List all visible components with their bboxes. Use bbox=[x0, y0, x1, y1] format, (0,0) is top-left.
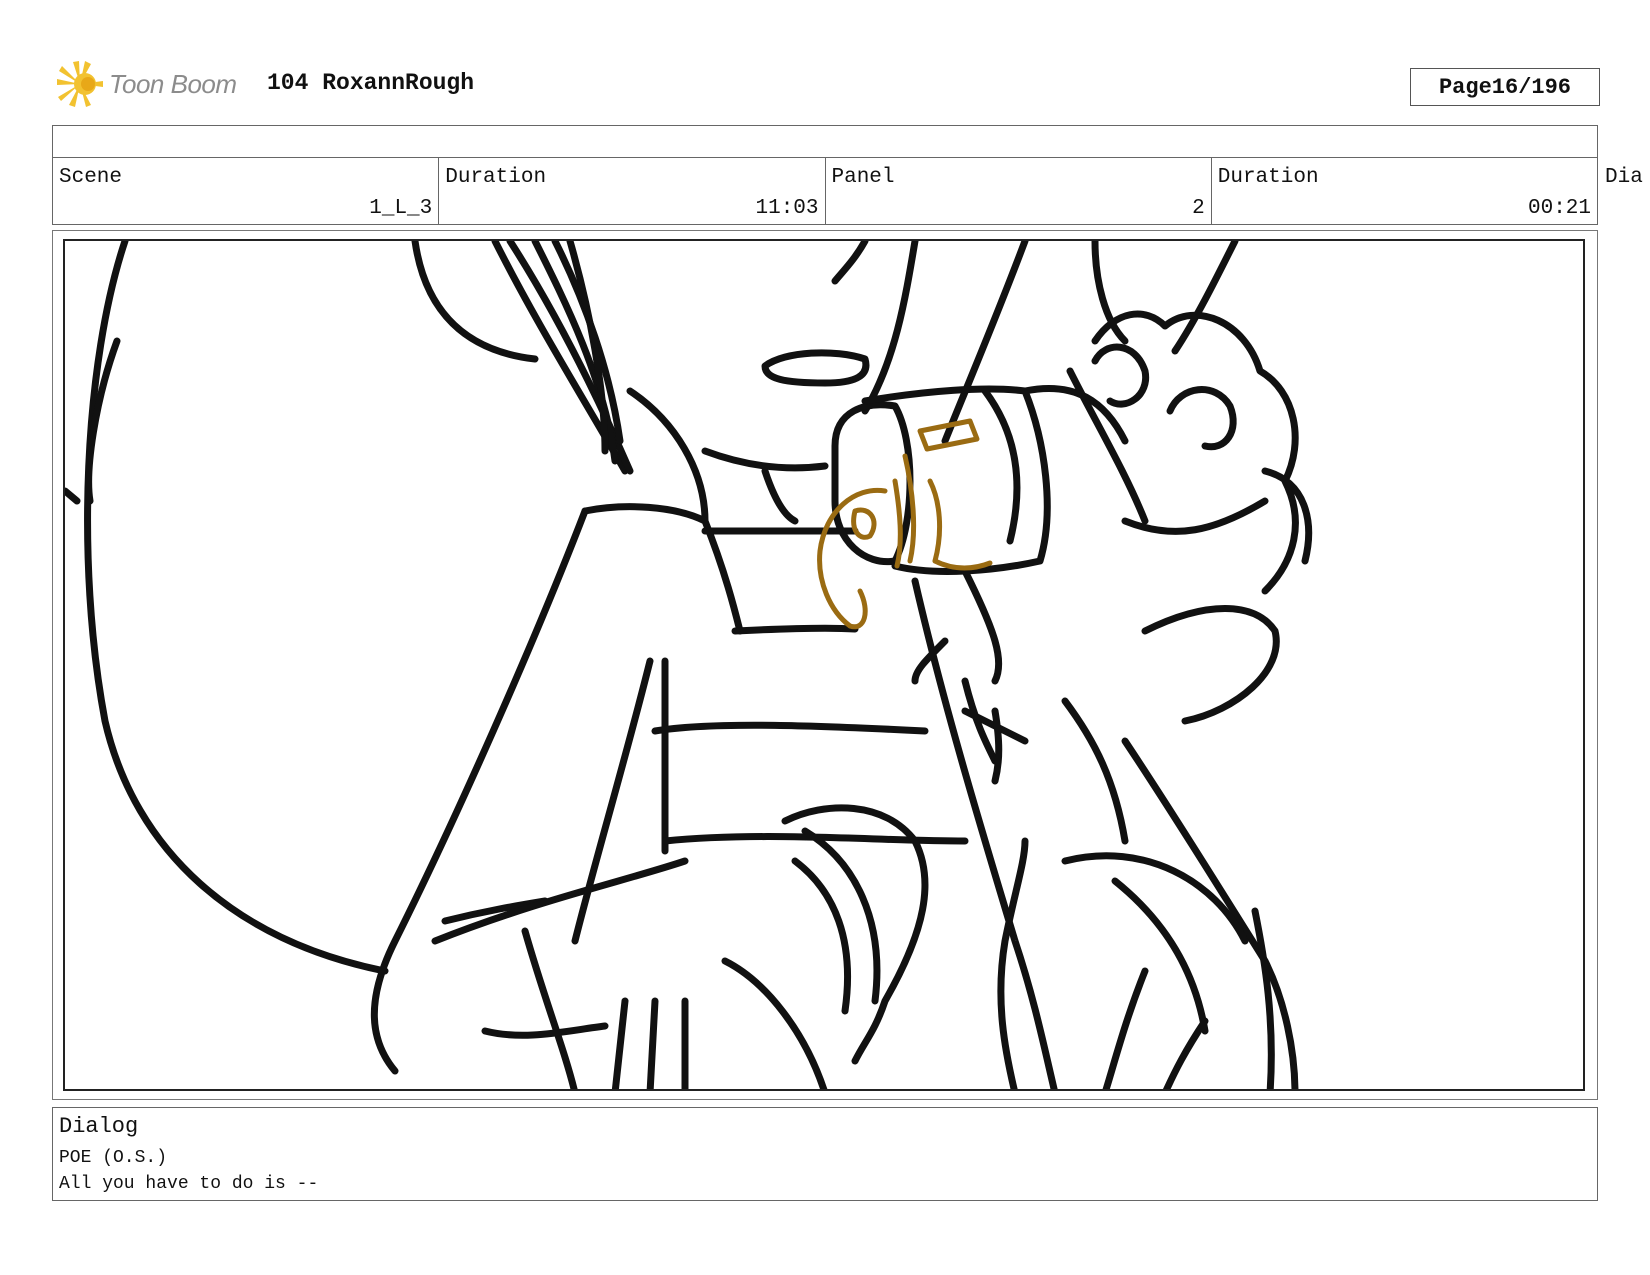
storyboard-panel bbox=[52, 230, 1598, 1100]
panel-frame bbox=[63, 239, 1585, 1091]
scene-label: Scene bbox=[59, 166, 123, 189]
panel-cell: Panel 2 bbox=[826, 158, 1212, 224]
scene-duration-label: Duration bbox=[445, 166, 547, 189]
panel-value: 2 bbox=[1192, 197, 1205, 220]
page-indicator: Page 16/196 bbox=[1410, 68, 1600, 106]
scene-duration-value: 11:03 bbox=[755, 197, 819, 220]
dialog-line: All you have to do is -- bbox=[59, 1174, 319, 1194]
toon-boom-logo: Toon Boom bbox=[55, 58, 237, 110]
dialog-label: Dialog bbox=[59, 1114, 139, 1139]
sketch-head-outline bbox=[84, 241, 389, 975]
scene-value: 1_L_3 bbox=[369, 197, 433, 220]
panel-sketch bbox=[65, 241, 1313, 1089]
sketch-mouth bbox=[761, 349, 870, 387]
scene-duration-cell: Duration 11:03 bbox=[439, 158, 826, 224]
scene-cell: Scene 1_L_3 bbox=[53, 158, 440, 224]
dialog-speaker: POE (O.S.) bbox=[59, 1148, 168, 1168]
logo-text: Toon Boom bbox=[109, 68, 237, 99]
page-label: Page bbox=[1438, 74, 1492, 100]
dialog-box: Dialog POE (O.S.) All you have to do is … bbox=[52, 1107, 1598, 1201]
page-number: 16/196 bbox=[1491, 74, 1572, 100]
sketch-frog-eye-left bbox=[1091, 343, 1150, 408]
project-title: 104 RoxannRough bbox=[267, 70, 475, 96]
scene-info-row: Scene 1_L_3 Duration 11:03 Panel 2 Durat… bbox=[52, 158, 1598, 225]
sketch-head-inner bbox=[85, 337, 121, 505]
panel-duration-cell: Duration 00:21 bbox=[1212, 158, 1597, 224]
panel-label: Panel bbox=[831, 166, 895, 189]
sketch-strap bbox=[911, 577, 1058, 1089]
panel-duration-label: Duration bbox=[1217, 166, 1319, 189]
overflow-dialog-label: Dia bbox=[1605, 166, 1643, 189]
starburst-logo-icon bbox=[57, 61, 103, 107]
panel-duration-value: 00:21 bbox=[1527, 197, 1591, 220]
sketch-arm-left bbox=[370, 507, 589, 1075]
storyboard-header: Toon Boom 104 RoxannRough Page 16/196 bbox=[55, 58, 1600, 110]
sketch-hand bbox=[781, 804, 929, 1065]
sketch-frog-head bbox=[1091, 310, 1299, 595]
info-blank-row bbox=[52, 125, 1598, 158]
sketch-frog-eye-right bbox=[1166, 386, 1237, 451]
